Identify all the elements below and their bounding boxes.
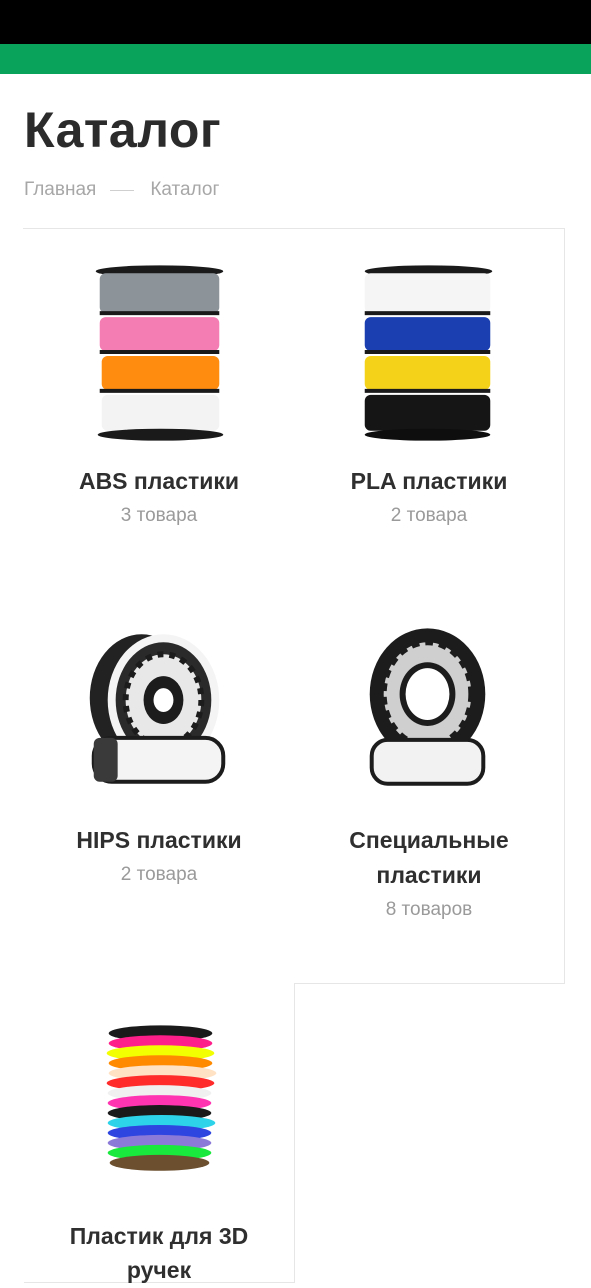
category-count: 3 товара xyxy=(120,505,198,526)
category-card-abs[interactable]: ABS пластики 3 товара xyxy=(24,229,295,589)
category-name: ABS пластики xyxy=(78,468,240,494)
page-title: Каталог xyxy=(24,102,222,158)
category-name-line2: пластики xyxy=(376,862,482,888)
category-card-pla[interactable]: PLA пластики 2 товара xyxy=(294,229,565,589)
pen-filament-bundle-icon xyxy=(106,1025,217,1171)
breadcrumb: Главная Каталог xyxy=(24,178,219,202)
category-count: 8 товаров xyxy=(385,899,473,920)
category-card-hips[interactable]: HIPS пластики 2 товара xyxy=(24,588,295,984)
category-count: 2 товара xyxy=(120,864,198,885)
category-card-3d-pen[interactable]: Пластик для 3D ручек xyxy=(24,983,295,1283)
category-name-line1: Пластик для 3D xyxy=(69,1223,249,1249)
spool-hips-icon xyxy=(89,634,226,784)
breadcrumb-current: Каталог xyxy=(150,179,220,200)
category-name: HIPS пластики xyxy=(76,827,242,853)
status-bar xyxy=(0,0,591,44)
category-name-line2: ручек xyxy=(126,1257,192,1283)
breadcrumb-separator xyxy=(110,189,135,191)
category-name: PLA пластики xyxy=(350,468,508,494)
spool-stack-pla-icon xyxy=(364,265,493,441)
breadcrumb-home-link[interactable]: Главная xyxy=(24,179,96,201)
spool-special-icon xyxy=(369,628,486,786)
category-grid: ABS пластики 3 товара PLA пластики 2 тов… xyxy=(23,228,565,1283)
category-card-special[interactable]: Специальные пластики 8 товаров xyxy=(294,588,565,984)
header-accent-bar xyxy=(0,44,591,74)
category-name-line1: Специальные xyxy=(349,827,509,853)
spool-stack-abs-icon xyxy=(95,265,224,441)
category-count: 2 товара xyxy=(390,505,468,526)
